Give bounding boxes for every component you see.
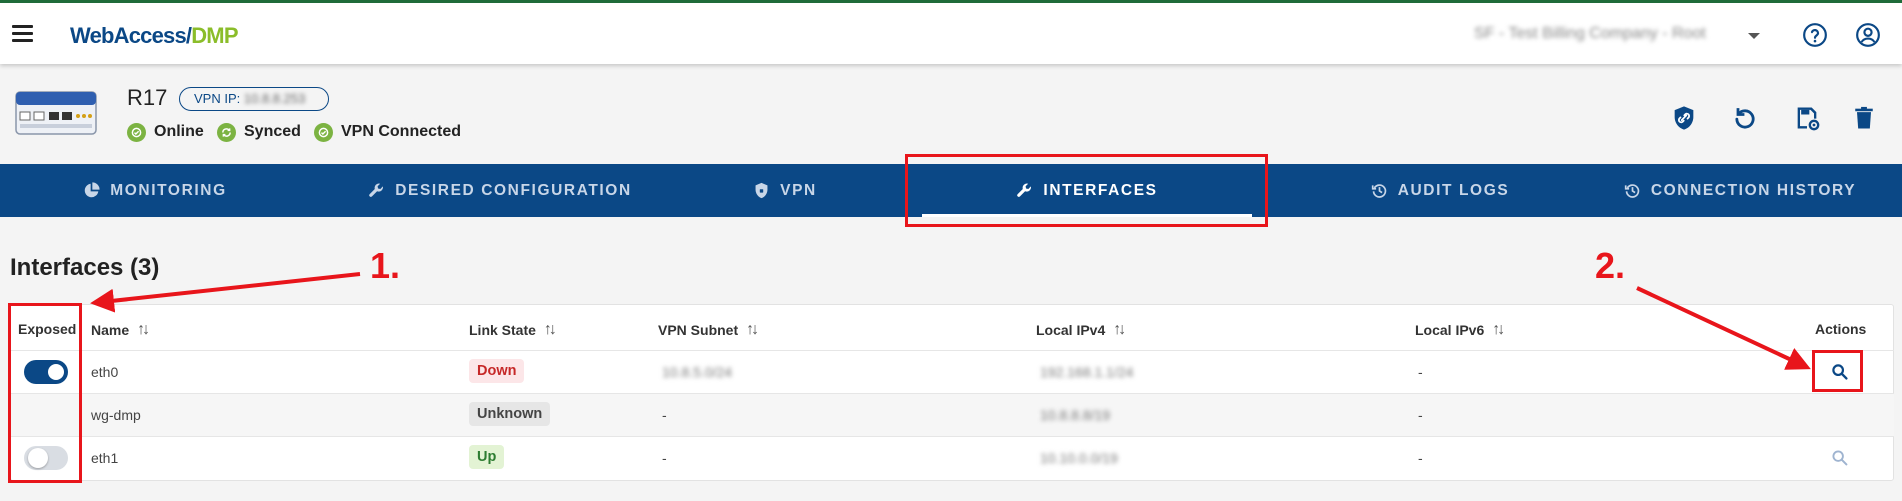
column-header-link-state[interactable]: Link State ↑↓ (469, 321, 557, 339)
check-circle-icon (127, 122, 146, 142)
pie-chart-icon (85, 182, 100, 198)
page-title: Interfaces (3) (10, 254, 160, 281)
menu-icon[interactable] (12, 25, 33, 42)
wrench-icon (369, 183, 384, 197)
sync-icon (217, 122, 236, 142)
help-icon[interactable] (1802, 22, 1828, 48)
annotation-number-2: 2. (1595, 245, 1626, 286)
delete-icon[interactable] (1850, 104, 1878, 132)
device-name: R17 (127, 85, 168, 110)
sort-icon[interactable]: ↑↓ (137, 321, 150, 339)
local-ipv4: 10.10.0.0/19 (1040, 450, 1118, 466)
restart-icon[interactable] (1731, 104, 1759, 132)
interface-name: wg-dmp (91, 407, 141, 423)
sort-icon[interactable]: ↑↓ (746, 321, 759, 339)
interface-name: eth0 (91, 364, 119, 380)
account-icon[interactable] (1855, 22, 1881, 48)
tab-monitoring[interactable]: MONITORING (0, 164, 310, 217)
interface-name: eth1 (91, 450, 119, 466)
vpn-shield-link-icon[interactable] (1670, 104, 1698, 132)
table-row (10, 393, 1894, 436)
company-selector[interactable]: SF - Test Billing Company - Root (1474, 25, 1706, 43)
highlight-box-exposed-column (8, 303, 82, 483)
router-image (15, 91, 97, 135)
table-row (10, 350, 1894, 393)
local-ipv4: 10.8.8.8/19 (1040, 407, 1111, 423)
check-circle-icon (314, 122, 333, 142)
column-header-local-ipv4[interactable]: Local IPv4 ↑↓ (1036, 321, 1126, 339)
history-icon (1624, 184, 1640, 198)
tab-vpn[interactable]: VPN (690, 164, 880, 217)
column-header-name[interactable]: Name ↑↓ (91, 321, 150, 339)
column-header-actions: Actions (1815, 321, 1867, 337)
vpn-subnet: - (662, 450, 667, 466)
status-synced: Synced (217, 122, 301, 142)
history-icon (1371, 184, 1386, 198)
tab-connection-history[interactable]: CONNECTION HISTORY (1600, 164, 1880, 217)
link-state-badge: Unknown (469, 402, 551, 426)
tab-audit-logs[interactable]: AUDIT LOGS (1300, 164, 1580, 217)
search-icon[interactable] (1829, 447, 1851, 469)
highlight-box-interfaces-tab (905, 154, 1268, 227)
sort-icon[interactable]: ↑↓ (1492, 321, 1505, 339)
vpn-ip-badge: VPN IP: 10.8.8.253 (179, 87, 329, 111)
link-state-badge: Up (469, 445, 505, 469)
sort-icon[interactable]: ↑↓ (544, 321, 557, 339)
table-row (10, 436, 1894, 479)
local-ipv6: - (1418, 407, 1423, 423)
highlight-box-search-action (1812, 350, 1863, 392)
local-ipv6: - (1418, 450, 1423, 466)
local-ipv6: - (1418, 364, 1423, 380)
status-vpn-connected: VPN Connected (314, 122, 461, 142)
status-online: Online (127, 122, 204, 142)
sort-icon[interactable]: ↑↓ (1113, 321, 1126, 339)
link-state-badge: Down (469, 359, 525, 383)
top-bar: WebAccess/DMP SF - Test Billing Company … (0, 0, 1902, 64)
column-header-vpn-subnet[interactable]: VPN Subnet ↑↓ (658, 321, 759, 339)
logo[interactable]: WebAccess/DMP (70, 23, 239, 49)
vpn-subnet: - (662, 407, 667, 423)
shield-icon (755, 182, 768, 199)
tab-desired-configuration[interactable]: DESIRED CONFIGURATION (310, 164, 690, 217)
annotation-number-1: 1. (370, 245, 401, 286)
save-settings-icon[interactable] (1793, 104, 1821, 132)
chevron-down-icon[interactable] (1748, 33, 1760, 39)
vpn-subnet: 10.8.5.0/24 (662, 364, 733, 380)
local-ipv4: 192.168.1.1/24 (1040, 364, 1134, 380)
column-header-local-ipv6[interactable]: Local IPv6 ↑↓ (1415, 321, 1505, 339)
